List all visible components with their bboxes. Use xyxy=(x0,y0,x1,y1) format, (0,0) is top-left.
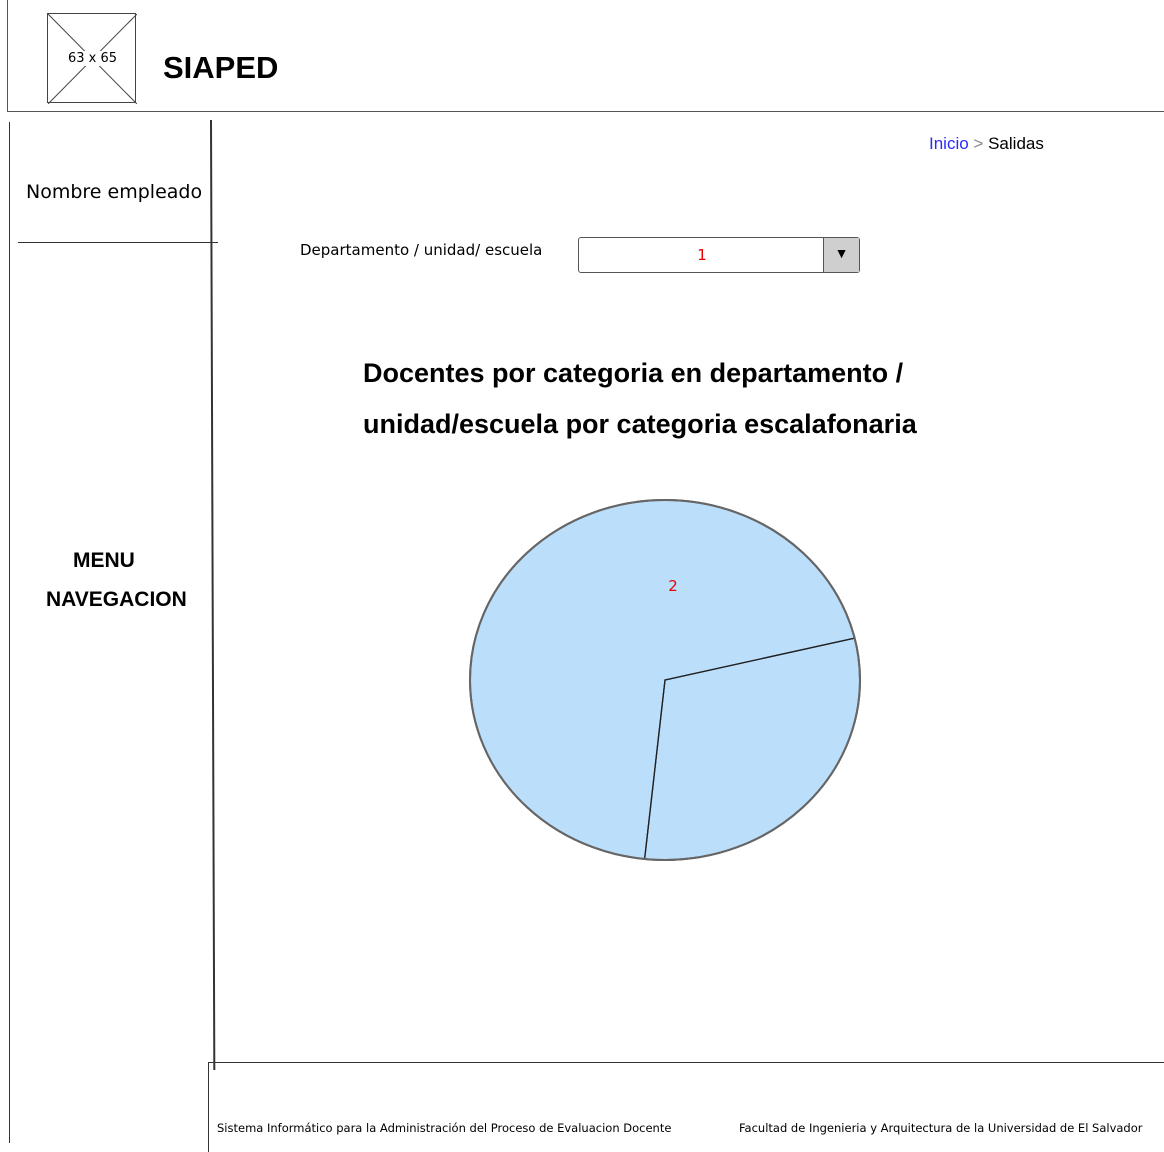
menu-label-line2: NAVEGACION xyxy=(46,588,187,611)
chart-title: Docentes por categoria en departamento /… xyxy=(363,348,1003,450)
employee-name: Nombre empleado xyxy=(26,181,203,203)
sidebar-right-border xyxy=(210,119,215,1070)
navigation-menu[interactable]: MENU NAVEGACION xyxy=(40,541,210,619)
sidebar-divider xyxy=(18,242,218,243)
breadcrumb-current: Salidas xyxy=(988,134,1044,153)
department-filter-label: Departamento / unidad/ escuela xyxy=(300,241,543,259)
sidebar-left-border xyxy=(9,122,10,1143)
breadcrumb-home-link[interactable]: Inicio xyxy=(929,134,969,153)
logo-size-label: 63 x 65 xyxy=(65,51,120,66)
breadcrumb: Inicio > Salidas xyxy=(929,134,1044,154)
select-dropdown-button[interactable]: ▼ xyxy=(823,238,859,272)
app-title: SIAPED xyxy=(163,50,279,85)
footer-system-name: Sistema Informático para la Administraci… xyxy=(217,1121,672,1135)
pie-chart-annotation: 2 xyxy=(668,577,678,595)
department-select[interactable]: 1 ▼ xyxy=(578,237,860,273)
breadcrumb-separator: > xyxy=(973,134,984,153)
footer-bar xyxy=(208,1062,1164,1152)
chart-title-line2: unidad/escuela por categoria escalafonar… xyxy=(363,409,917,439)
pie-chart: 2 xyxy=(469,499,861,861)
footer-institution: Facultad de Ingenieria y Arquitectura de… xyxy=(739,1121,1143,1135)
chevron-down-icon: ▼ xyxy=(834,245,849,261)
logo-placeholder-image: 63 x 65 xyxy=(47,13,137,104)
department-select-value: 1 xyxy=(697,246,707,264)
chart-title-line1: Docentes por categoria en departamento / xyxy=(363,358,904,388)
menu-label-line1: MENU xyxy=(73,549,135,572)
